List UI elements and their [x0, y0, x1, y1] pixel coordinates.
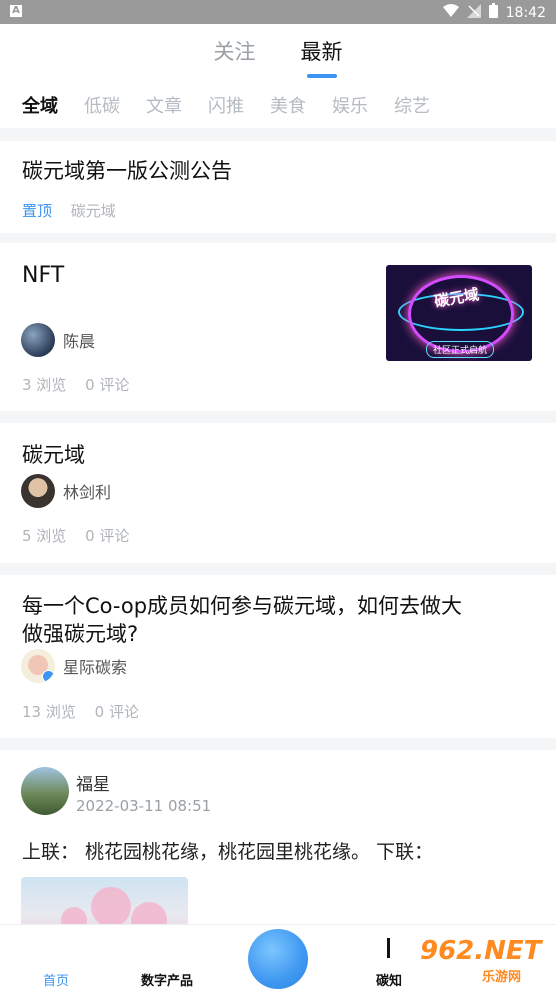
feed-card-announcement[interactable]: 碳元域第一版公测公告 置顶 碳元域	[0, 141, 556, 233]
post-meta: 置顶 碳元域	[22, 200, 116, 221]
carbon-knowledge-icon	[387, 938, 390, 958]
category-entertainment[interactable]: 娱乐	[332, 92, 368, 118]
post-time: 2022-03-11 08:51	[76, 797, 212, 815]
center-action-button[interactable]	[248, 929, 308, 989]
post-thumbnail[interactable]: 碳元域 社区正式启航	[386, 265, 532, 361]
nav-digital-products[interactable]: 数字产品	[141, 970, 193, 989]
post-author[interactable]: 陈晨	[21, 323, 95, 357]
comment-count: 0 评论	[85, 376, 130, 394]
avatar	[21, 474, 55, 508]
watermark-logo: 962.NET 乐游网	[420, 936, 550, 986]
verified-badge-icon	[42, 670, 55, 683]
post-title: 碳元域	[22, 443, 85, 467]
tab-latest[interactable]: 最新	[300, 36, 343, 78]
category-articles[interactable]: 文章	[146, 92, 182, 118]
author-name[interactable]: 福星	[76, 770, 110, 795]
post-source: 碳元域	[70, 202, 116, 220]
tab-latest-label: 最新	[300, 40, 343, 64]
avatar	[21, 649, 55, 683]
watermark-sub-text: 乐游网	[482, 970, 522, 985]
feed-card-nft[interactable]: NFT 陈晨 3 浏览 0 评论 碳元域 社区正式启航	[0, 243, 556, 411]
feed-card-post[interactable]: 碳元域 林剑利 5 浏览 0 评论	[0, 423, 556, 563]
comment-count: 0 评论	[94, 703, 139, 721]
author-name: 林剑利	[63, 483, 112, 502]
post-author[interactable]: 星际碳索	[21, 649, 127, 683]
view-count: 5 浏览	[22, 527, 67, 545]
view-count: 3 浏览	[22, 376, 67, 394]
view-count: 13 浏览	[22, 703, 76, 721]
post-title: NFT	[22, 263, 65, 288]
feed-card-post[interactable]: 每一个Co-op成员如何参与碳元域，如何去做大 做强碳元域? 星际碳索 13 浏…	[0, 575, 556, 738]
status-bar: A 18:42	[0, 0, 556, 24]
pinned-badge: 置顶	[22, 202, 53, 220]
tab-follow[interactable]: 关注	[213, 36, 255, 66]
blossom-decoration	[91, 887, 131, 927]
post-title-line-2: 做强碳元域?	[22, 622, 139, 646]
thumbnail-caption: 社区正式启航	[426, 341, 495, 358]
clock: 18:42	[505, 4, 546, 21]
avatar	[21, 323, 55, 357]
post-title: 碳元域第一版公测公告	[22, 159, 232, 183]
post-author[interactable]: 林剑利	[21, 474, 111, 508]
avatar[interactable]	[21, 767, 69, 815]
post-body: 上联： 桃花园桃花缘，桃花园里桃花缘。 下联：	[22, 841, 434, 863]
app-notification-icon: A	[10, 5, 22, 17]
author-name: 陈晨	[63, 332, 96, 351]
wifi-icon	[442, 3, 459, 22]
battery-icon	[488, 3, 498, 22]
post-stats: 13 浏览 0 评论	[22, 701, 139, 722]
category-all[interactable]: 全域	[22, 92, 58, 118]
post-stats: 3 浏览 0 评论	[22, 374, 129, 395]
nav-carbon-knowledge[interactable]: 碳知	[376, 970, 402, 989]
category-tabs: 全域 低碳 文章 闪推 美食 娱乐 综艺	[22, 92, 430, 118]
signal-icon	[466, 3, 481, 22]
category-low-carbon[interactable]: 低碳	[84, 92, 120, 118]
category-flash[interactable]: 闪推	[208, 92, 244, 118]
author-name: 星际碳索	[63, 658, 128, 677]
top-tabs: 关注 最新	[0, 36, 556, 78]
comment-count: 0 评论	[85, 527, 130, 545]
category-variety[interactable]: 综艺	[394, 92, 430, 118]
watermark-main-text: 962.NET	[420, 936, 542, 966]
post-stats: 5 浏览 0 评论	[22, 525, 129, 546]
post-title-line-1: 每一个Co-op成员如何参与碳元域，如何去做大	[22, 594, 463, 618]
category-food[interactable]: 美食	[270, 92, 306, 118]
header: 关注 最新 全域 低碳 文章 闪推 美食 娱乐 综艺	[0, 24, 556, 128]
active-tab-indicator	[306, 74, 337, 78]
nav-home[interactable]: 首页	[43, 970, 69, 989]
feed-card-status[interactable]: 福星 2022-03-11 08:51 上联： 桃花园桃花缘，桃花园里桃花缘。 …	[0, 750, 556, 937]
